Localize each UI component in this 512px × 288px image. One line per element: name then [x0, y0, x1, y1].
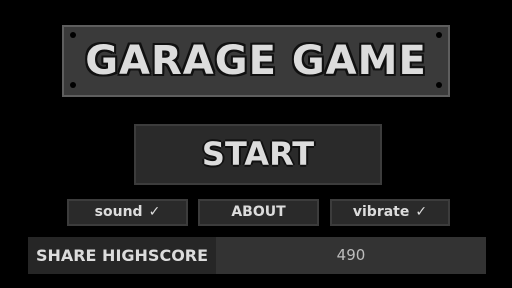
sound-toggle[interactable]: sound ✓: [67, 199, 188, 226]
vibrate-toggle-label: vibrate: [352, 204, 410, 220]
highscore-value: 490: [216, 237, 486, 274]
start-button-label: START: [201, 135, 315, 173]
about-button-label: ABOUT: [231, 204, 286, 220]
sound-toggle-label: sound: [94, 204, 143, 220]
screw-icon: [70, 32, 76, 38]
checkmark-icon: ✓: [415, 204, 428, 220]
share-highscore-row: SHARE HIGHSCORE 490: [28, 237, 486, 274]
share-highscore-button[interactable]: SHARE HIGHSCORE: [28, 237, 216, 274]
vibrate-toggle[interactable]: vibrate ✓: [330, 199, 450, 226]
about-button[interactable]: ABOUT: [198, 199, 319, 226]
game-title: GARAGE GAME: [85, 38, 427, 84]
screw-icon: [436, 32, 442, 38]
start-button[interactable]: START: [134, 124, 382, 185]
title-plate: GARAGE GAME: [62, 25, 450, 97]
checkmark-icon: ✓: [148, 204, 161, 220]
